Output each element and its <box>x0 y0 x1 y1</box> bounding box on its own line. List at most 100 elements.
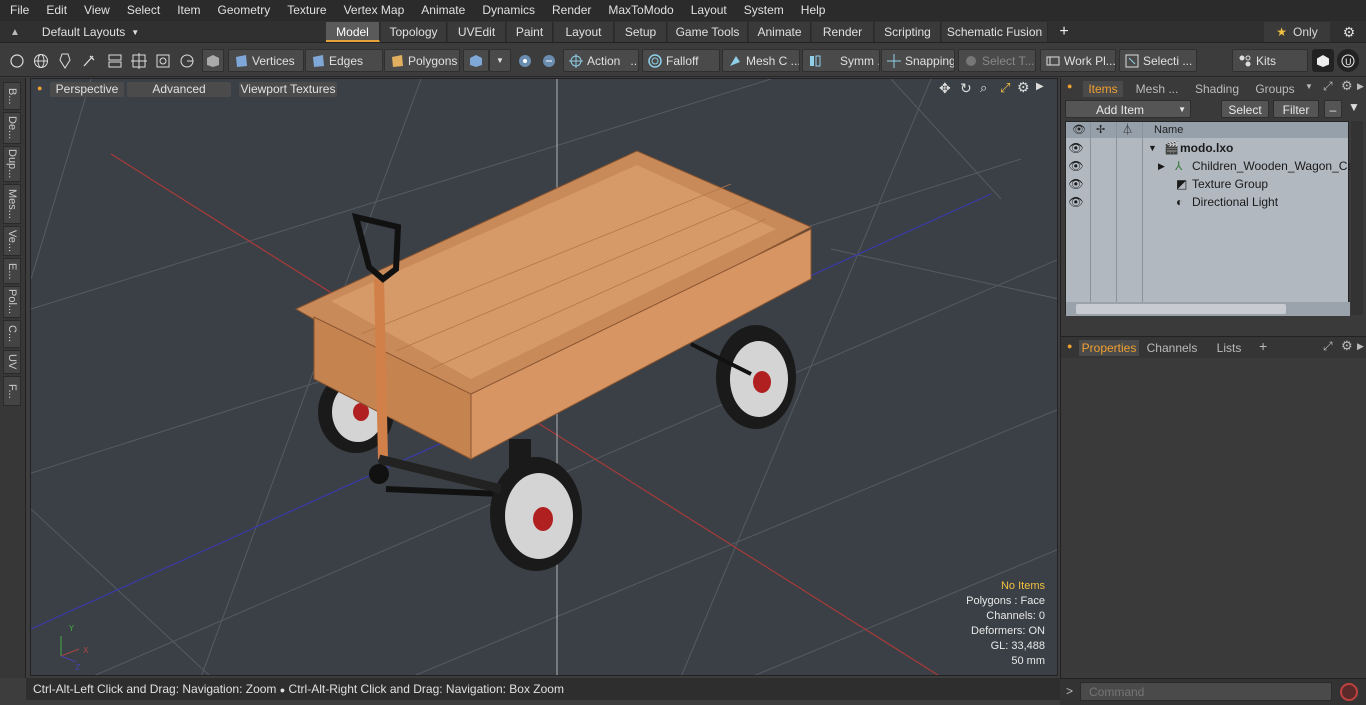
tab-scripting[interactable]: Scripting <box>875 22 941 42</box>
eye-icon[interactable]: 👁 <box>1068 175 1084 193</box>
menu-view[interactable]: View <box>74 0 117 21</box>
box-select-icon[interactable] <box>152 49 174 72</box>
left-tab-vertex[interactable]: Ve... <box>3 226 21 256</box>
pan-icon[interactable]: ✥ <box>939 80 951 97</box>
left-tab-mesh[interactable]: Mes... <box>3 184 21 224</box>
work-plane-button[interactable]: Work Pl... <box>1040 49 1116 72</box>
item-mode-icon[interactable] <box>202 49 224 72</box>
unity-icon[interactable] <box>1312 49 1334 72</box>
unreal-icon[interactable]: U <box>1337 49 1359 72</box>
menu-layout[interactable]: Layout <box>681 0 734 21</box>
horizontal-scrollbar[interactable] <box>1066 302 1350 316</box>
tab-paint[interactable]: Paint <box>507 22 553 42</box>
menu-maxtomodo[interactable]: MaxToModo <box>598 0 680 21</box>
perspective-button[interactable]: Perspective <box>50 82 124 97</box>
panel-gear-icon[interactable]: ⚙ <box>1341 338 1353 354</box>
list-item[interactable]: 👁 ◐ Directional Light <box>1066 193 1348 211</box>
tab-topology[interactable]: Topology <box>381 22 447 42</box>
symmetry-icon-1[interactable] <box>514 49 536 72</box>
tab-shading[interactable]: Shading <box>1191 81 1243 97</box>
panel-gear-icon[interactable]: ⚙ <box>1341 78 1353 94</box>
filter-button[interactable]: Filter <box>1273 100 1319 118</box>
tab-layout[interactable]: Layout <box>554 22 614 42</box>
scrollbar-thumb[interactable] <box>1076 304 1286 314</box>
polygons-button[interactable]: Polygons <box>384 49 460 72</box>
eye-icon[interactable]: 👁 <box>1068 139 1084 157</box>
tab-game-tools[interactable]: Game Tools <box>668 22 748 42</box>
pen-icon[interactable] <box>54 49 76 72</box>
rotate-icon[interactable]: ↻ <box>960 80 972 97</box>
menu-dynamics[interactable]: Dynamics <box>472 0 542 21</box>
left-tab-duplicate[interactable]: Dup... <box>3 146 21 182</box>
mesh-constraint-button[interactable]: Mesh C ... <box>722 49 800 72</box>
panel-arrow-icon[interactable]: ▶ <box>1357 81 1364 92</box>
advanced-button[interactable]: Advanced <box>127 82 231 97</box>
menu-select[interactable]: Select <box>117 0 167 21</box>
tab-mesh[interactable]: Mesh ... <box>1131 81 1183 97</box>
chevron-down-icon[interactable]: ▼ <box>489 49 511 72</box>
falloff-button[interactable]: Falloff <box>642 49 720 72</box>
wagon-model[interactable] <box>294 150 813 571</box>
viewport-textures-button[interactable]: Viewport Textures <box>239 82 337 97</box>
lasso-icon[interactable] <box>176 49 198 72</box>
tab-channels[interactable]: Channels <box>1145 340 1199 356</box>
panel-arrow-icon[interactable]: ▶ <box>1357 341 1364 352</box>
expand-arrow-icon[interactable]: ▼ <box>1148 139 1157 157</box>
tab-animate[interactable]: Animate <box>749 22 811 42</box>
menu-vertex-map[interactable]: Vertex Map <box>334 0 412 21</box>
left-tab-basic[interactable]: B... <box>3 82 21 110</box>
collapsed-arrow-icon[interactable]: ▶ <box>1158 157 1165 175</box>
tab-groups[interactable]: Groups <box>1249 81 1301 97</box>
menu-render[interactable]: Render <box>542 0 598 21</box>
vertical-scrollbar[interactable] <box>1351 121 1363 315</box>
add-tab-icon[interactable]: + <box>1056 22 1072 42</box>
edges-button[interactable]: Edges <box>305 49 383 72</box>
select-through-button[interactable]: Select T... <box>958 49 1036 72</box>
tab-properties[interactable]: Properties <box>1079 340 1139 356</box>
viewport-gear-icon[interactable]: ⚙ <box>1017 79 1030 96</box>
action-center-button[interactable]: Action... <box>563 49 639 72</box>
menu-item[interactable]: Item <box>167 0 207 21</box>
left-tab-curve[interactable]: C... <box>3 320 21 348</box>
tab-items[interactable]: Items <box>1083 81 1123 97</box>
globe-icon[interactable] <box>30 49 52 72</box>
zoom-icon[interactable]: ⌕ <box>980 80 987 96</box>
menu-animate[interactable]: Animate <box>411 0 472 21</box>
kits-button[interactable]: Kits <box>1232 49 1308 72</box>
vertices-button[interactable]: Vertices <box>228 49 304 72</box>
circle-select-icon[interactable] <box>6 49 28 72</box>
left-tab-deform[interactable]: De... <box>3 112 21 144</box>
collapse-icon[interactable]: – <box>1324 100 1342 118</box>
select-button[interactable]: Select <box>1221 100 1269 118</box>
list-item[interactable]: 👁 ◩ Texture Group <box>1066 175 1348 193</box>
maximize-icon[interactable]: ⤢ <box>1000 80 1010 96</box>
expand-icon[interactable]: ⤢ <box>1323 339 1333 354</box>
eye-icon[interactable]: 👁 <box>1068 193 1084 211</box>
3d-viewport[interactable]: Y X Z ● Perspective Advanced Viewport Te… <box>30 78 1058 676</box>
brush-icon[interactable] <box>78 49 100 72</box>
grid-icon[interactable] <box>128 49 150 72</box>
tab-render[interactable]: Render <box>812 22 874 42</box>
symmetry-button[interactable]: Symm ... <box>802 49 880 72</box>
tab-setup[interactable]: Setup <box>615 22 667 42</box>
transform-icon[interactable] <box>104 49 126 72</box>
tab-model[interactable]: Model <box>326 22 380 42</box>
list-item[interactable]: 👁 ▶ ⅄ Children_Wooden_Wagon_Cart <box>1066 157 1361 175</box>
tab-lists[interactable]: Lists <box>1207 340 1251 356</box>
add-item-button[interactable]: Add Item ▼ <box>1065 100 1191 118</box>
funnel-icon[interactable]: ▼ <box>1345 100 1363 118</box>
add-tab-icon[interactable]: + <box>1259 338 1267 354</box>
menu-help[interactable]: Help <box>791 0 833 21</box>
menu-geometry[interactable]: Geometry <box>208 0 278 21</box>
snapping-button[interactable]: Snapping <box>881 49 955 72</box>
tab-schematic-fusion[interactable]: Schematic Fusion <box>942 22 1048 42</box>
left-tab-polygon[interactable]: Pol... <box>3 286 21 318</box>
chevron-down-icon[interactable]: ▼ <box>1305 82 1313 91</box>
selection-sets-button[interactable]: Selecti ... <box>1119 49 1197 72</box>
list-item[interactable]: 👁 ▼ 🎬 modo.lxo <box>1066 139 1348 157</box>
menu-edit[interactable]: Edit <box>36 0 74 21</box>
only-toggle[interactable]: ★ Only <box>1264 22 1330 42</box>
menu-file[interactable]: File <box>0 0 36 21</box>
left-tab-fusion[interactable]: F... <box>3 376 21 406</box>
menu-system[interactable]: System <box>734 0 791 21</box>
